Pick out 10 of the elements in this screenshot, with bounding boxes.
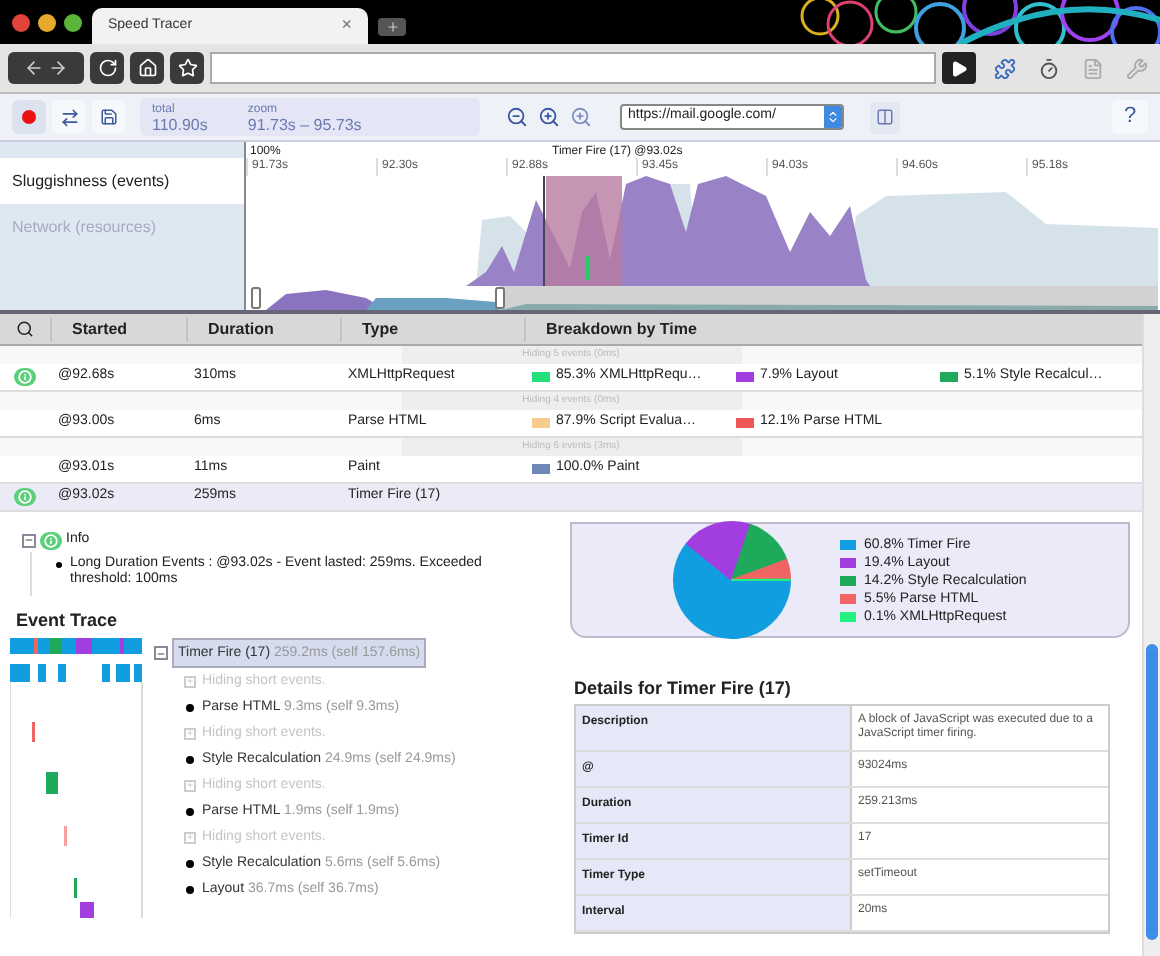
total-value: 110.90s (152, 117, 208, 133)
column-header[interactable]: Duration (186, 317, 340, 341)
details-title: Details for Timer Fire (17) (574, 676, 793, 702)
timeline-row-label[interactable]: Sluggishness (events) (0, 158, 244, 204)
help-button[interactable]: ? (1112, 100, 1148, 134)
tab-close-button[interactable]: × (341, 12, 352, 40)
column-header[interactable]: Started (50, 317, 186, 341)
column-header[interactable]: Type (340, 317, 524, 341)
section-title: Event Trace (14, 607, 120, 633)
zoom-range: 91.73s – 95.73s (247, 117, 362, 133)
